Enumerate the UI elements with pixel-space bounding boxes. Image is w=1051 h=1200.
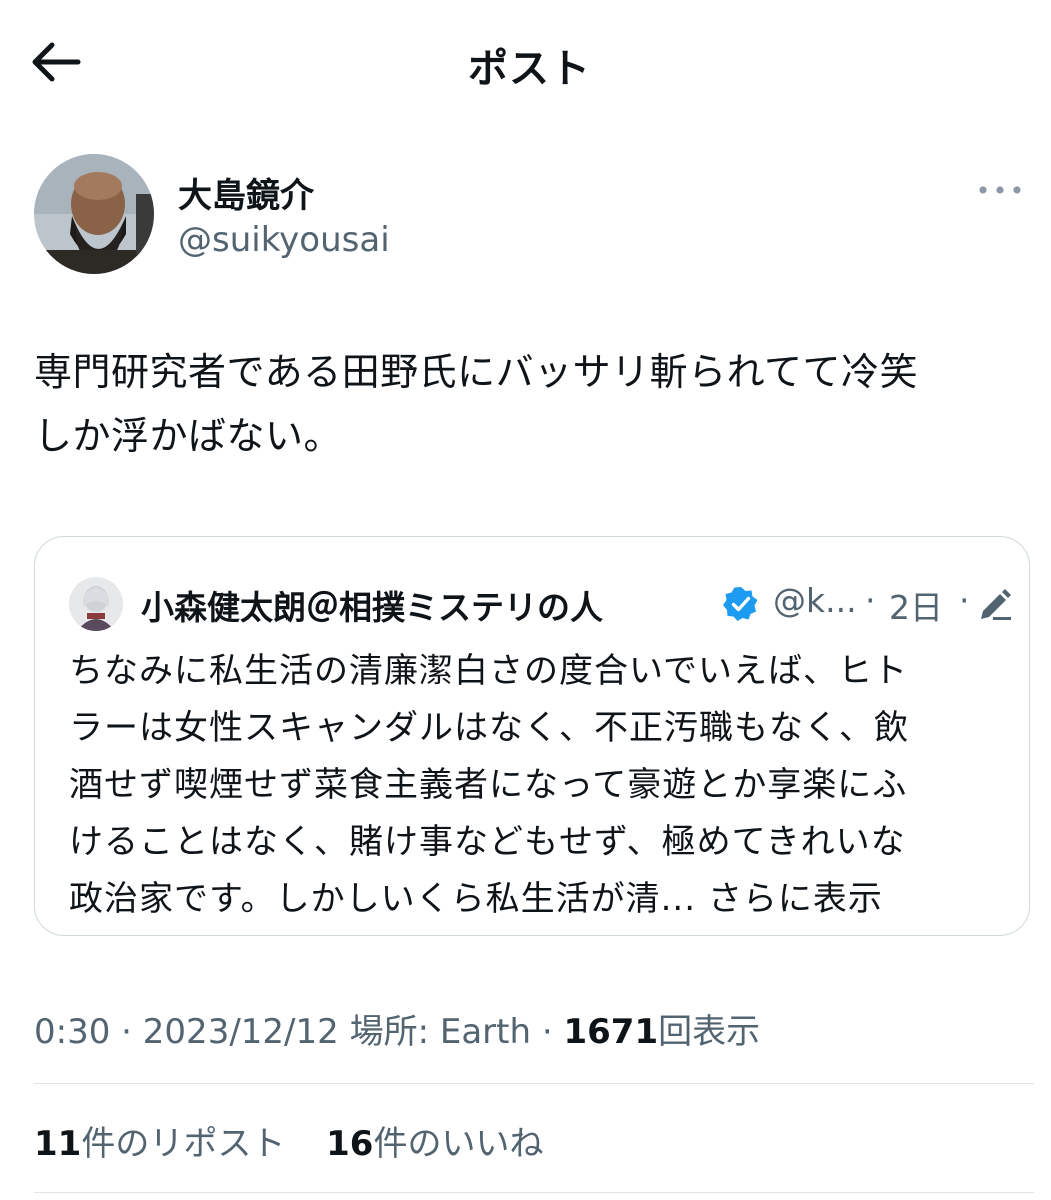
author-handle[interactable]: @suikyousai: [178, 220, 390, 260]
likes-label: 件のいいね: [373, 1124, 544, 1164]
show-more-link[interactable]: さらに表示: [708, 879, 883, 919]
quoted-author-name: 小森健太朗＠相撲ミステリの人: [141, 588, 603, 627]
views-label: 回表示: [658, 1012, 761, 1052]
views-count: 1671: [563, 1012, 659, 1052]
edited-indicator: [977, 585, 1013, 621]
divider: [34, 1192, 1034, 1193]
post-text: 専門研究者である田野氏にバッサリ斬られてて冷笑 しか浮かばない。: [34, 350, 918, 458]
divider: [34, 1083, 1034, 1084]
quoted-post-header: 小森健太朗＠相撲ミステリの人 @k... · 2日 ·: [69, 577, 1011, 633]
more-options-button[interactable]: [976, 176, 1024, 204]
author-name[interactable]: 大島鏡介: [178, 168, 314, 217]
quoted-author-handle: @k...: [773, 581, 857, 620]
post-stats: 11件のリポスト 16件のいいね: [34, 1116, 573, 1165]
quoted-post-time: 2日: [889, 588, 943, 627]
quoted-post[interactable]: 小森健太朗＠相撲ミステリの人 @k... · 2日 · ちなみに私生活の清廉潔白…: [34, 536, 1030, 936]
quoted-post-text: ちなみに私生活の清廉潔白さの度合いでいえば、ヒト ラーは女性スキャンダルはなく、…: [69, 643, 999, 928]
reposts-count: 11: [34, 1124, 82, 1164]
avatar-photo: [34, 154, 154, 274]
verified-badge-icon: [723, 587, 758, 621]
page-title: ポスト: [468, 46, 591, 92]
post-meta: 0:30 · 2023/12/12 場所: Earth · 1671回表示: [34, 1004, 760, 1053]
post-date[interactable]: 2023/12/12: [143, 1012, 339, 1052]
likes-count: 16: [326, 1124, 374, 1164]
edited-pencil-icon: [981, 589, 1011, 620]
quoted-avatar-image: [69, 577, 123, 631]
post-time[interactable]: 0:30: [34, 1012, 110, 1052]
quoted-avatar: [69, 577, 123, 631]
separator-dot: ·: [959, 581, 970, 620]
separator-dot: ·: [541, 1012, 553, 1052]
more-horizontal-icon: [979, 186, 1021, 194]
post-location: 場所: Earth: [349, 1012, 532, 1052]
verified-badge: [723, 586, 759, 622]
reposts-stat[interactable]: 11件のリポスト: [34, 1116, 285, 1165]
post-author: 大島鏡介 @suikyousai: [34, 154, 1024, 278]
likes-stat[interactable]: 16件のいいね: [326, 1116, 543, 1165]
separator-dot: ·: [865, 581, 876, 620]
reposts-label: 件のリポスト: [81, 1124, 286, 1164]
top-bar: ポスト: [0, 0, 1051, 120]
separator-dot: ·: [121, 1012, 132, 1052]
avatar[interactable]: [34, 154, 154, 274]
